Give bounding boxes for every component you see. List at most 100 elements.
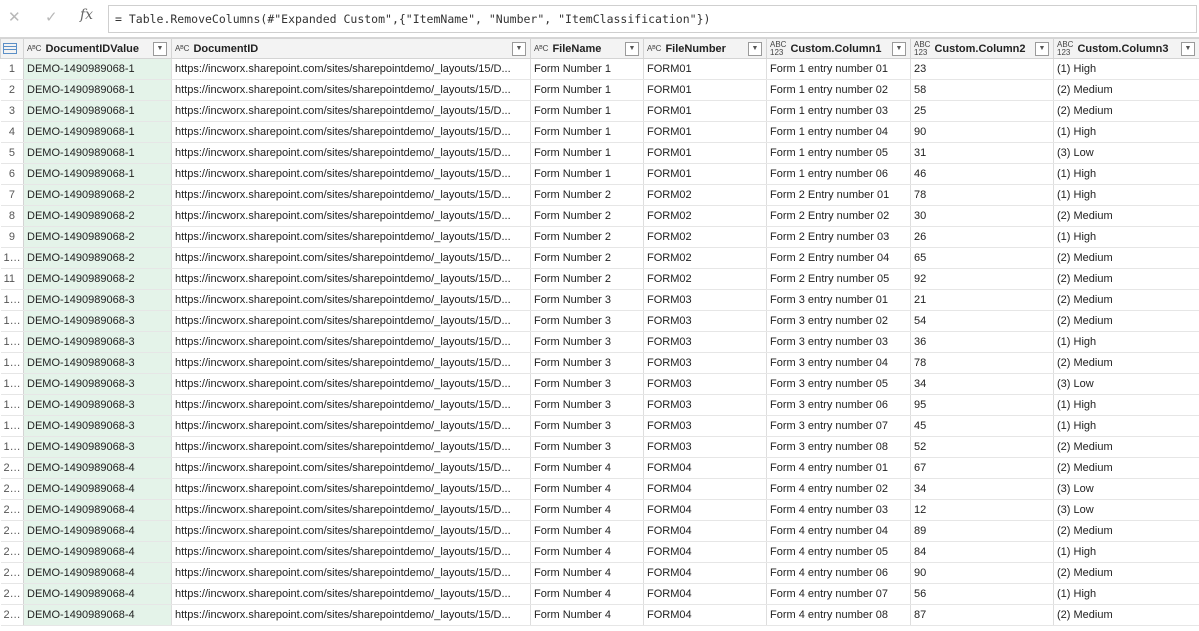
table-cell[interactable]: 89 xyxy=(910,520,1054,542)
table-cell[interactable]: 67 xyxy=(910,457,1054,479)
table-cell[interactable]: Form 4 entry number 05 xyxy=(766,541,911,563)
table-cell[interactable]: https://incworx.sharepoint.com/sites/sha… xyxy=(171,415,531,437)
table-cell[interactable]: (2) Medium xyxy=(1053,79,1199,101)
table-cell[interactable]: Form Number 2 xyxy=(530,268,644,290)
table-cell[interactable]: FORM02 xyxy=(643,184,767,206)
table-cell[interactable]: FORM04 xyxy=(643,583,767,605)
table-cell[interactable]: Form Number 1 xyxy=(530,163,644,185)
table-cell[interactable]: (1) High xyxy=(1053,583,1199,605)
table-cell[interactable]: (2) Medium xyxy=(1053,352,1199,374)
table-cell[interactable]: 34 xyxy=(910,373,1054,395)
table-cell[interactable]: https://incworx.sharepoint.com/sites/sha… xyxy=(171,541,531,563)
table-cell[interactable]: https://incworx.sharepoint.com/sites/sha… xyxy=(171,562,531,584)
table-cell[interactable]: (2) Medium xyxy=(1053,268,1199,290)
table-cell[interactable]: Form 4 entry number 04 xyxy=(766,520,911,542)
table-cell[interactable]: https://incworx.sharepoint.com/sites/sha… xyxy=(171,79,531,101)
table-row[interactable]: 21 DEMO-1490989068-4 https://incworx.share… xyxy=(0,478,1199,500)
table-cell[interactable]: (3) Low xyxy=(1053,499,1199,521)
table-cell[interactable]: (2) Medium xyxy=(1053,604,1199,626)
table-cell[interactable]: DEMO-1490989068-4 xyxy=(23,562,172,584)
table-cell[interactable]: DEMO-1490989068-3 xyxy=(23,436,172,458)
table-cell[interactable]: Form 4 entry number 08 xyxy=(766,604,911,626)
table-row[interactable]: 11 DEMO-1490989068-2 https://incworx.share… xyxy=(0,268,1199,290)
table-cell[interactable]: 78 xyxy=(910,184,1054,206)
table-cell[interactable]: (1) High xyxy=(1053,331,1199,353)
fx-label[interactable]: fx xyxy=(80,7,93,23)
table-cell[interactable]: https://incworx.sharepoint.com/sites/sha… xyxy=(171,100,531,122)
table-cell[interactable]: https://incworx.sharepoint.com/sites/sha… xyxy=(171,310,531,332)
table-cell[interactable]: https://incworx.sharepoint.com/sites/sha… xyxy=(171,205,531,227)
table-cell[interactable]: Form Number 2 xyxy=(530,205,644,227)
table-cell[interactable]: 46 xyxy=(910,163,1054,185)
table-cell[interactable]: Form 3 entry number 02 xyxy=(766,310,911,332)
table-cell[interactable]: 30 xyxy=(910,205,1054,227)
table-row[interactable]: 27 DEMO-1490989068-4 https://incworx.share… xyxy=(0,604,1199,626)
table-cell[interactable]: Form 4 entry number 07 xyxy=(766,583,911,605)
column-header[interactable]: ABC 123 Custom.Column2 ▼ xyxy=(910,38,1054,59)
table-cell[interactable]: Form 2 Entry number 03 xyxy=(766,226,911,248)
table-menu-button[interactable] xyxy=(0,38,24,59)
table-cell[interactable]: (2) Medium xyxy=(1053,205,1199,227)
filter-dropdown-icon[interactable]: ▼ xyxy=(153,42,167,56)
table-cell[interactable]: https://incworx.sharepoint.com/sites/sha… xyxy=(171,247,531,269)
table-cell[interactable]: https://incworx.sharepoint.com/sites/sha… xyxy=(171,352,531,374)
filter-dropdown-icon[interactable]: ▼ xyxy=(512,42,526,56)
table-cell[interactable]: (2) Medium xyxy=(1053,436,1199,458)
table-cell[interactable]: 25 xyxy=(910,100,1054,122)
table-cell[interactable]: 31 xyxy=(910,142,1054,164)
table-cell[interactable]: Form 1 entry number 03 xyxy=(766,100,911,122)
column-header[interactable]: AᴮC FileName ▼ xyxy=(530,38,644,59)
table-cell[interactable]: DEMO-1490989068-1 xyxy=(23,142,172,164)
table-cell[interactable]: FORM03 xyxy=(643,373,767,395)
table-cell[interactable]: FORM02 xyxy=(643,247,767,269)
table-cell[interactable]: 92 xyxy=(910,268,1054,290)
table-cell[interactable]: Form Number 1 xyxy=(530,79,644,101)
table-cell[interactable]: FORM01 xyxy=(643,163,767,185)
table-cell[interactable]: 21 xyxy=(910,289,1054,311)
table-cell[interactable]: Form 3 entry number 01 xyxy=(766,289,911,311)
table-cell[interactable]: (2) Medium xyxy=(1053,457,1199,479)
type-abc-icon[interactable]: AᴮC xyxy=(534,44,548,53)
table-row[interactable]: 26 DEMO-1490989068-4 https://incworx.share… xyxy=(0,583,1199,605)
table-cell[interactable]: FORM01 xyxy=(643,121,767,143)
table-cell[interactable]: 87 xyxy=(910,604,1054,626)
table-cell[interactable]: Form Number 4 xyxy=(530,541,644,563)
table-cell[interactable]: 65 xyxy=(910,247,1054,269)
table-row[interactable]: 5 DEMO-1490989068-1 https://incworx.sharep… xyxy=(0,142,1199,164)
table-cell[interactable]: https://incworx.sharepoint.com/sites/sha… xyxy=(171,268,531,290)
table-cell[interactable]: Form 4 entry number 01 xyxy=(766,457,911,479)
table-cell[interactable]: 58 xyxy=(910,79,1054,101)
filter-dropdown-icon[interactable]: ▼ xyxy=(625,42,639,56)
table-cell[interactable]: DEMO-1490989068-1 xyxy=(23,79,172,101)
table-cell[interactable]: (2) Medium xyxy=(1053,310,1199,332)
table-cell[interactable]: https://incworx.sharepoint.com/sites/sha… xyxy=(171,394,531,416)
table-cell[interactable]: DEMO-1490989068-4 xyxy=(23,499,172,521)
table-cell[interactable]: https://incworx.sharepoint.com/sites/sha… xyxy=(171,478,531,500)
table-cell[interactable]: (1) High xyxy=(1053,163,1199,185)
table-cell[interactable]: 90 xyxy=(910,121,1054,143)
table-cell[interactable]: Form Number 2 xyxy=(530,184,644,206)
type-abc123-icon[interactable]: ABC 123 xyxy=(914,40,930,57)
table-cell[interactable]: DEMO-1490989068-4 xyxy=(23,604,172,626)
table-cell[interactable]: FORM04 xyxy=(643,478,767,500)
table-cell[interactable]: Form Number 1 xyxy=(530,121,644,143)
table-cell[interactable]: DEMO-1490989068-1 xyxy=(23,163,172,185)
table-cell[interactable]: (1) High xyxy=(1053,394,1199,416)
table-cell[interactable]: Form Number 3 xyxy=(530,352,644,374)
table-cell[interactable]: Form Number 4 xyxy=(530,520,644,542)
table-cell[interactable]: https://incworx.sharepoint.com/sites/sha… xyxy=(171,583,531,605)
table-cell[interactable]: (3) Low xyxy=(1053,478,1199,500)
table-cell[interactable]: 12 xyxy=(910,499,1054,521)
table-cell[interactable]: Form Number 3 xyxy=(530,394,644,416)
table-cell[interactable]: 84 xyxy=(910,541,1054,563)
table-cell[interactable]: 78 xyxy=(910,352,1054,374)
table-cell[interactable]: https://incworx.sharepoint.com/sites/sha… xyxy=(171,226,531,248)
table-cell[interactable]: (3) Low xyxy=(1053,142,1199,164)
type-abc123-icon[interactable]: ABC 123 xyxy=(1057,40,1073,57)
table-cell[interactable]: FORM03 xyxy=(643,310,767,332)
table-cell[interactable]: DEMO-1490989068-2 xyxy=(23,247,172,269)
table-cell[interactable]: FORM04 xyxy=(643,562,767,584)
table-cell[interactable]: 26 xyxy=(910,226,1054,248)
table-cell[interactable]: DEMO-1490989068-2 xyxy=(23,268,172,290)
table-cell[interactable]: Form 3 entry number 08 xyxy=(766,436,911,458)
